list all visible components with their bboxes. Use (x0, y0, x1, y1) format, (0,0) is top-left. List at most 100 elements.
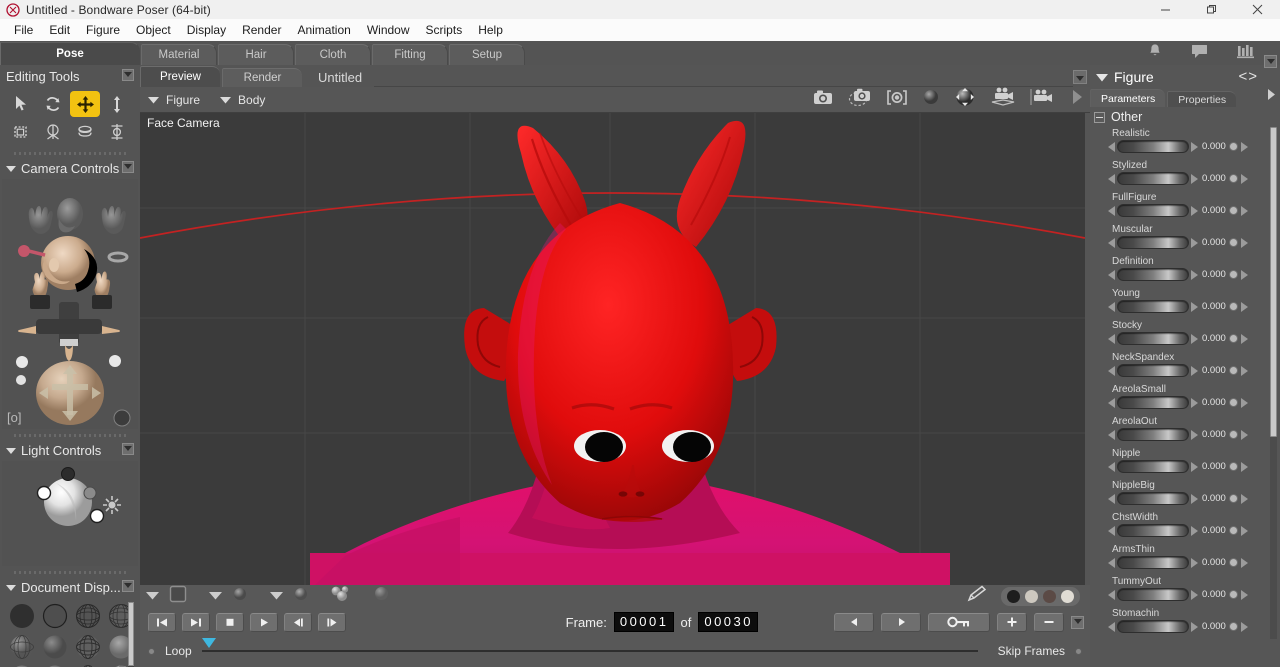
swatch-light[interactable] (1025, 589, 1038, 603)
param-expand-icon[interactable] (1240, 557, 1248, 568)
param-control[interactable]: 0.000 (1090, 460, 1280, 473)
param-dial-icon[interactable] (1228, 270, 1238, 279)
param-expand-icon[interactable] (1240, 237, 1248, 248)
param-expand-icon[interactable] (1240, 429, 1248, 440)
movie-camera-icon[interactable] (990, 87, 1016, 112)
menu-object[interactable]: Object (128, 21, 179, 39)
plus-button[interactable] (997, 612, 1027, 632)
decrement-icon[interactable] (1108, 205, 1115, 216)
increment-icon[interactable] (1191, 205, 1198, 216)
light-controls-menu-icon[interactable] (122, 443, 134, 455)
decrement-icon[interactable] (1108, 333, 1115, 344)
translate-pull-tool[interactable] (70, 91, 100, 117)
param-dial-icon[interactable] (1228, 462, 1238, 471)
background-color-swatches[interactable] (1001, 586, 1080, 606)
param-expand-icon[interactable] (1240, 493, 1248, 504)
triangle-down-icon[interactable] (270, 587, 283, 605)
increment-icon[interactable] (1191, 269, 1198, 280)
menu-display[interactable]: Display (179, 21, 234, 39)
param-slider[interactable] (1117, 588, 1189, 601)
param-value[interactable]: 0.000 (1202, 365, 1226, 376)
param-slider[interactable] (1117, 396, 1189, 409)
style-outline[interactable] (40, 602, 70, 630)
param-dial-icon[interactable] (1228, 142, 1238, 151)
param-control[interactable]: 0.000 (1090, 556, 1280, 569)
menu-edit[interactable]: Edit (41, 21, 78, 39)
body-part-selector[interactable]: Body (220, 93, 265, 107)
param-dial-icon[interactable] (1228, 558, 1238, 567)
param-expand-icon[interactable] (1240, 397, 1248, 408)
play-button[interactable] (250, 612, 278, 632)
param-slider[interactable] (1117, 428, 1189, 441)
document-display-scroll-thumb[interactable] (128, 602, 134, 666)
chevron-right-icon[interactable] (1070, 88, 1084, 111)
tab-properties[interactable]: Properties (1167, 91, 1237, 107)
decrement-icon[interactable] (1108, 461, 1115, 472)
param-dial-icon[interactable] (1228, 526, 1238, 535)
param-control[interactable]: 0.000 (1090, 428, 1280, 441)
add-key-button[interactable] (928, 612, 990, 632)
style-flat-shaded[interactable] (40, 633, 70, 661)
param-value[interactable]: 0.000 (1202, 205, 1226, 216)
frame-current-input[interactable]: 00001 (613, 612, 674, 632)
chat-bubble-icon[interactable] (1190, 42, 1210, 65)
param-expand-icon[interactable] (1240, 589, 1248, 600)
document-tab-render[interactable]: Render (222, 68, 302, 87)
minus-button[interactable] (1034, 612, 1064, 632)
param-expand-icon[interactable] (1240, 141, 1248, 152)
sphere-small-icon[interactable] (232, 586, 248, 607)
decrement-icon[interactable] (1108, 301, 1115, 312)
increment-icon[interactable] (1191, 333, 1198, 344)
minimize-button[interactable] (1142, 0, 1188, 19)
param-value[interactable]: 0.000 (1202, 333, 1226, 344)
param-control[interactable]: 0.000 (1090, 268, 1280, 281)
increment-icon[interactable] (1191, 621, 1198, 632)
param-expand-icon[interactable] (1240, 365, 1248, 376)
param-slider[interactable] (1117, 204, 1189, 217)
loop-toggle[interactable] (148, 647, 155, 655)
param-slider[interactable] (1117, 300, 1189, 313)
bell-icon[interactable] (1146, 42, 1164, 65)
camera-controls-collapse-icon[interactable] (6, 161, 16, 176)
param-slider[interactable] (1117, 268, 1189, 281)
increment-icon[interactable] (1191, 493, 1198, 504)
menu-file[interactable]: File (6, 21, 41, 39)
param-dial-icon[interactable] (1228, 622, 1238, 631)
animation-panel-menu-icon[interactable] (1071, 615, 1084, 629)
skip-frames-toggle[interactable] (1075, 647, 1082, 655)
chain-break-tool[interactable] (70, 119, 100, 145)
param-dial-icon[interactable] (1228, 366, 1238, 375)
library-icon[interactable] (1236, 42, 1258, 65)
decrement-icon[interactable] (1108, 589, 1115, 600)
decrement-icon[interactable] (1108, 525, 1115, 536)
maximize-button[interactable] (1188, 0, 1234, 19)
decrement-icon[interactable] (1108, 269, 1115, 280)
triangle-down-icon[interactable] (146, 587, 159, 605)
spheres-icon[interactable] (329, 585, 353, 608)
param-control[interactable]: 0.000 (1090, 492, 1280, 505)
increment-icon[interactable] (1191, 397, 1198, 408)
panel-separator-2[interactable] (14, 431, 126, 439)
param-dial-icon[interactable] (1228, 334, 1238, 343)
pencil-icon[interactable] (965, 585, 989, 608)
param-control[interactable]: 0.000 (1090, 364, 1280, 377)
param-control[interactable]: 0.000 (1090, 588, 1280, 601)
pointer-tool[interactable] (6, 91, 36, 117)
param-expand-icon[interactable] (1240, 301, 1248, 312)
increment-icon[interactable] (1191, 141, 1198, 152)
timeline-track[interactable] (201, 638, 978, 652)
parameters-collapse-icon[interactable] (1096, 69, 1108, 85)
group-collapse-icon[interactable] (1094, 111, 1105, 123)
increment-icon[interactable] (1191, 173, 1198, 184)
param-value[interactable]: 0.000 (1202, 429, 1226, 440)
decrement-icon[interactable] (1108, 237, 1115, 248)
param-value[interactable]: 0.000 (1202, 557, 1226, 568)
param-control[interactable]: 0.000 (1090, 524, 1280, 537)
param-dial-icon[interactable] (1228, 590, 1238, 599)
tabs-overflow-icon[interactable] (1266, 87, 1280, 107)
param-dial-icon[interactable] (1228, 302, 1238, 311)
timeline-playhead[interactable] (201, 638, 216, 648)
room-tab-cloth[interactable]: Cloth (295, 44, 371, 65)
param-control[interactable]: 0.000 (1090, 332, 1280, 345)
decrement-icon[interactable] (1108, 173, 1115, 184)
